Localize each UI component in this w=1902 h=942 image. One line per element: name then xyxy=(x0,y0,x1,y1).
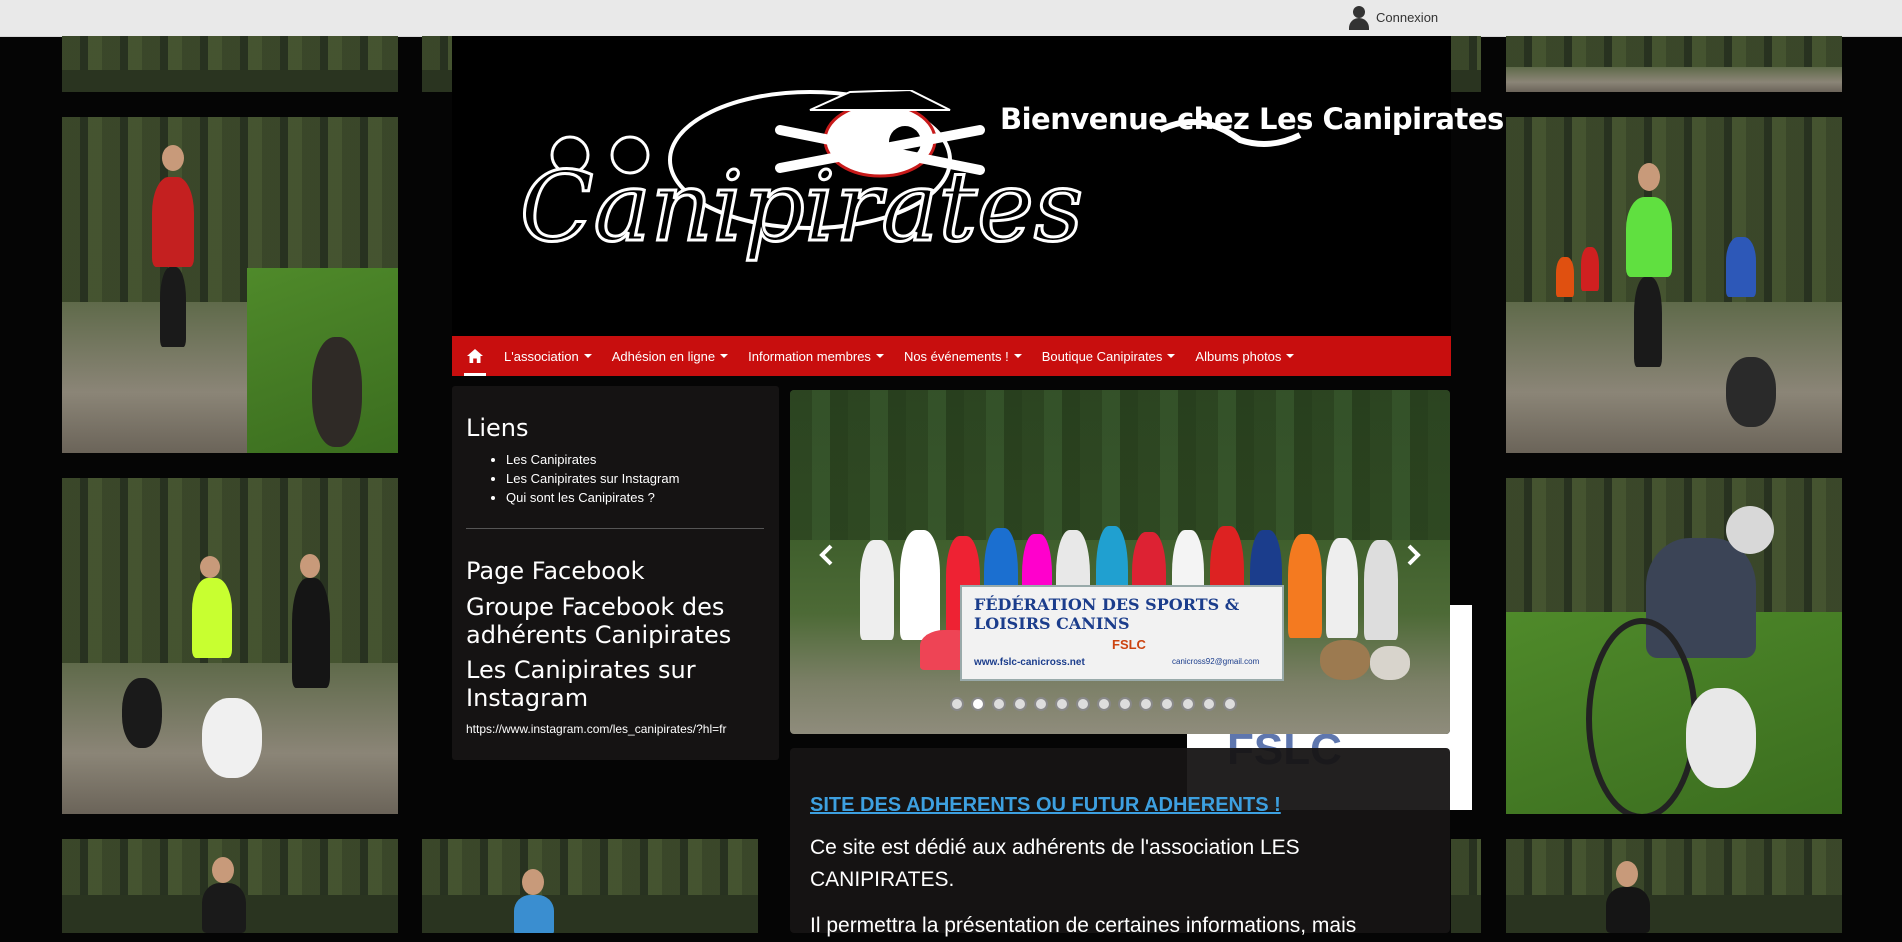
image-slider[interactable]: FÉDÉRATION DES SPORTS & LOISIRS CANINS F… xyxy=(790,390,1450,734)
caret-down-icon xyxy=(875,354,884,358)
facebook-group-link[interactable]: Groupe Facebook des adhérents Canipirate… xyxy=(466,593,756,649)
banner-title: FÉDÉRATION DES SPORTS & LOISIRS CANINS xyxy=(974,595,1240,633)
banner-mail: canicross92@gmail.com xyxy=(1172,657,1260,666)
nav-association[interactable]: L'association xyxy=(494,336,602,376)
nav-evenements[interactable]: Nos événements ! xyxy=(894,336,1032,376)
active-indicator xyxy=(464,373,486,376)
caret-down-icon xyxy=(583,354,592,358)
login-link[interactable]: Connexion xyxy=(1348,3,1438,31)
slider-dot[interactable] xyxy=(971,697,985,711)
banner-url: www.fslc-canicross.net xyxy=(974,657,1085,668)
slider-dot[interactable] xyxy=(1055,697,1069,711)
user-icon xyxy=(1348,4,1370,30)
slider-dot[interactable] xyxy=(992,697,1006,711)
nav-label: Boutique Canipirates xyxy=(1041,348,1163,364)
background-photo xyxy=(1451,36,1481,92)
link-instagram[interactable]: Les Canipirates sur Instagram xyxy=(506,471,679,486)
slider-dot[interactable] xyxy=(1097,697,1111,711)
home-icon xyxy=(467,349,483,363)
background-photo xyxy=(422,36,452,92)
slider-dot[interactable] xyxy=(1034,697,1048,711)
link-qui-sont[interactable]: Qui sont les Canipirates ? xyxy=(506,490,655,505)
chevron-right-icon[interactable] xyxy=(1398,540,1428,570)
nav-label: Albums photos xyxy=(1195,348,1282,364)
slider-dot[interactable] xyxy=(1139,697,1153,711)
nav-label: Information membres xyxy=(748,348,871,364)
background-photo xyxy=(422,839,758,933)
nav-information-membres[interactable]: Information membres xyxy=(738,336,894,376)
caret-down-icon xyxy=(720,354,729,358)
welcome-title: Bienvenue chez Les Canipirates xyxy=(1000,102,1504,136)
slide-photo: FÉDÉRATION DES SPORTS & LOISIRS CANINS F… xyxy=(790,390,1450,734)
adherents-heading-link[interactable]: SITE DES ADHERENTS OU FUTUR ADHERENTS ! xyxy=(810,794,1281,817)
link-les-canipirates[interactable]: Les Canipirates xyxy=(506,452,596,467)
banner-org: FSLC xyxy=(1112,637,1146,652)
slider-pagination xyxy=(950,697,1237,711)
caret-down-icon xyxy=(1013,354,1022,358)
slider-dot[interactable] xyxy=(1160,697,1174,711)
nav-label: L'association xyxy=(504,348,579,364)
list-item: Les Canipirates sur Instagram xyxy=(506,469,679,488)
login-label: Connexion xyxy=(1376,9,1439,25)
nav-label: Nos événements ! xyxy=(903,348,1009,364)
slider-dot[interactable] xyxy=(950,697,964,711)
slider-dot[interactable] xyxy=(1181,697,1195,711)
instagram-title: Les Canipirates sur Instagram xyxy=(466,656,696,712)
sidebar: Liens Les Canipirates Les Canipirates su… xyxy=(452,386,779,760)
slider-dot[interactable] xyxy=(1223,697,1237,711)
facebook-page-link[interactable]: Page Facebook xyxy=(466,557,645,585)
background-photo xyxy=(62,36,398,92)
slider-dot[interactable] xyxy=(1118,697,1132,711)
nav-label: Adhésion en ligne xyxy=(611,348,716,364)
caret-down-icon xyxy=(1286,354,1295,358)
fslc-banner: FÉDÉRATION DES SPORTS & LOISIRS CANINS F… xyxy=(960,585,1284,681)
background-photo xyxy=(62,839,398,933)
main-content: SITE DES ADHERENTS OU FUTUR ADHERENTS ! … xyxy=(790,748,1450,937)
slider-dot[interactable] xyxy=(1013,697,1027,711)
intro-paragraph: Ce site est dédié aux adhérents de l'ass… xyxy=(810,836,1300,891)
background-photo xyxy=(1506,117,1842,453)
nav-home[interactable] xyxy=(456,336,494,376)
background-photo xyxy=(62,478,398,814)
list-item: Qui sont les Canipirates ? xyxy=(506,488,679,507)
list-item: Les Canipirates xyxy=(506,450,679,469)
slider-dot[interactable] xyxy=(1076,697,1090,711)
nav-adhesion[interactable]: Adhésion en ligne xyxy=(602,336,738,376)
nav-boutique[interactable]: Boutique Canipirates xyxy=(1032,336,1186,376)
nav-albums-photos[interactable]: Albums photos xyxy=(1185,336,1304,376)
caret-down-icon xyxy=(1167,354,1176,358)
logo-text: Canipirates xyxy=(520,151,1083,263)
background-photo xyxy=(1451,839,1481,933)
background-photo xyxy=(1506,36,1842,92)
background-photo xyxy=(1506,478,1842,814)
divider xyxy=(466,528,764,529)
liens-title: Liens xyxy=(466,414,529,442)
second-paragraph: Il permettra la présentation de certaine… xyxy=(810,914,1357,937)
background-photo xyxy=(62,117,398,453)
instagram-url-link[interactable]: https://www.instagram.com/les_canipirate… xyxy=(466,722,726,736)
slider-dot[interactable] xyxy=(1202,697,1216,711)
main-nav: L'association Adhésion en ligne Informat… xyxy=(452,336,1451,376)
liens-list: Les Canipirates Les Canipirates sur Inst… xyxy=(506,450,679,507)
chevron-left-icon[interactable] xyxy=(812,540,842,570)
background-photo xyxy=(1506,839,1842,933)
top-bar: Connexion xyxy=(0,0,1902,37)
